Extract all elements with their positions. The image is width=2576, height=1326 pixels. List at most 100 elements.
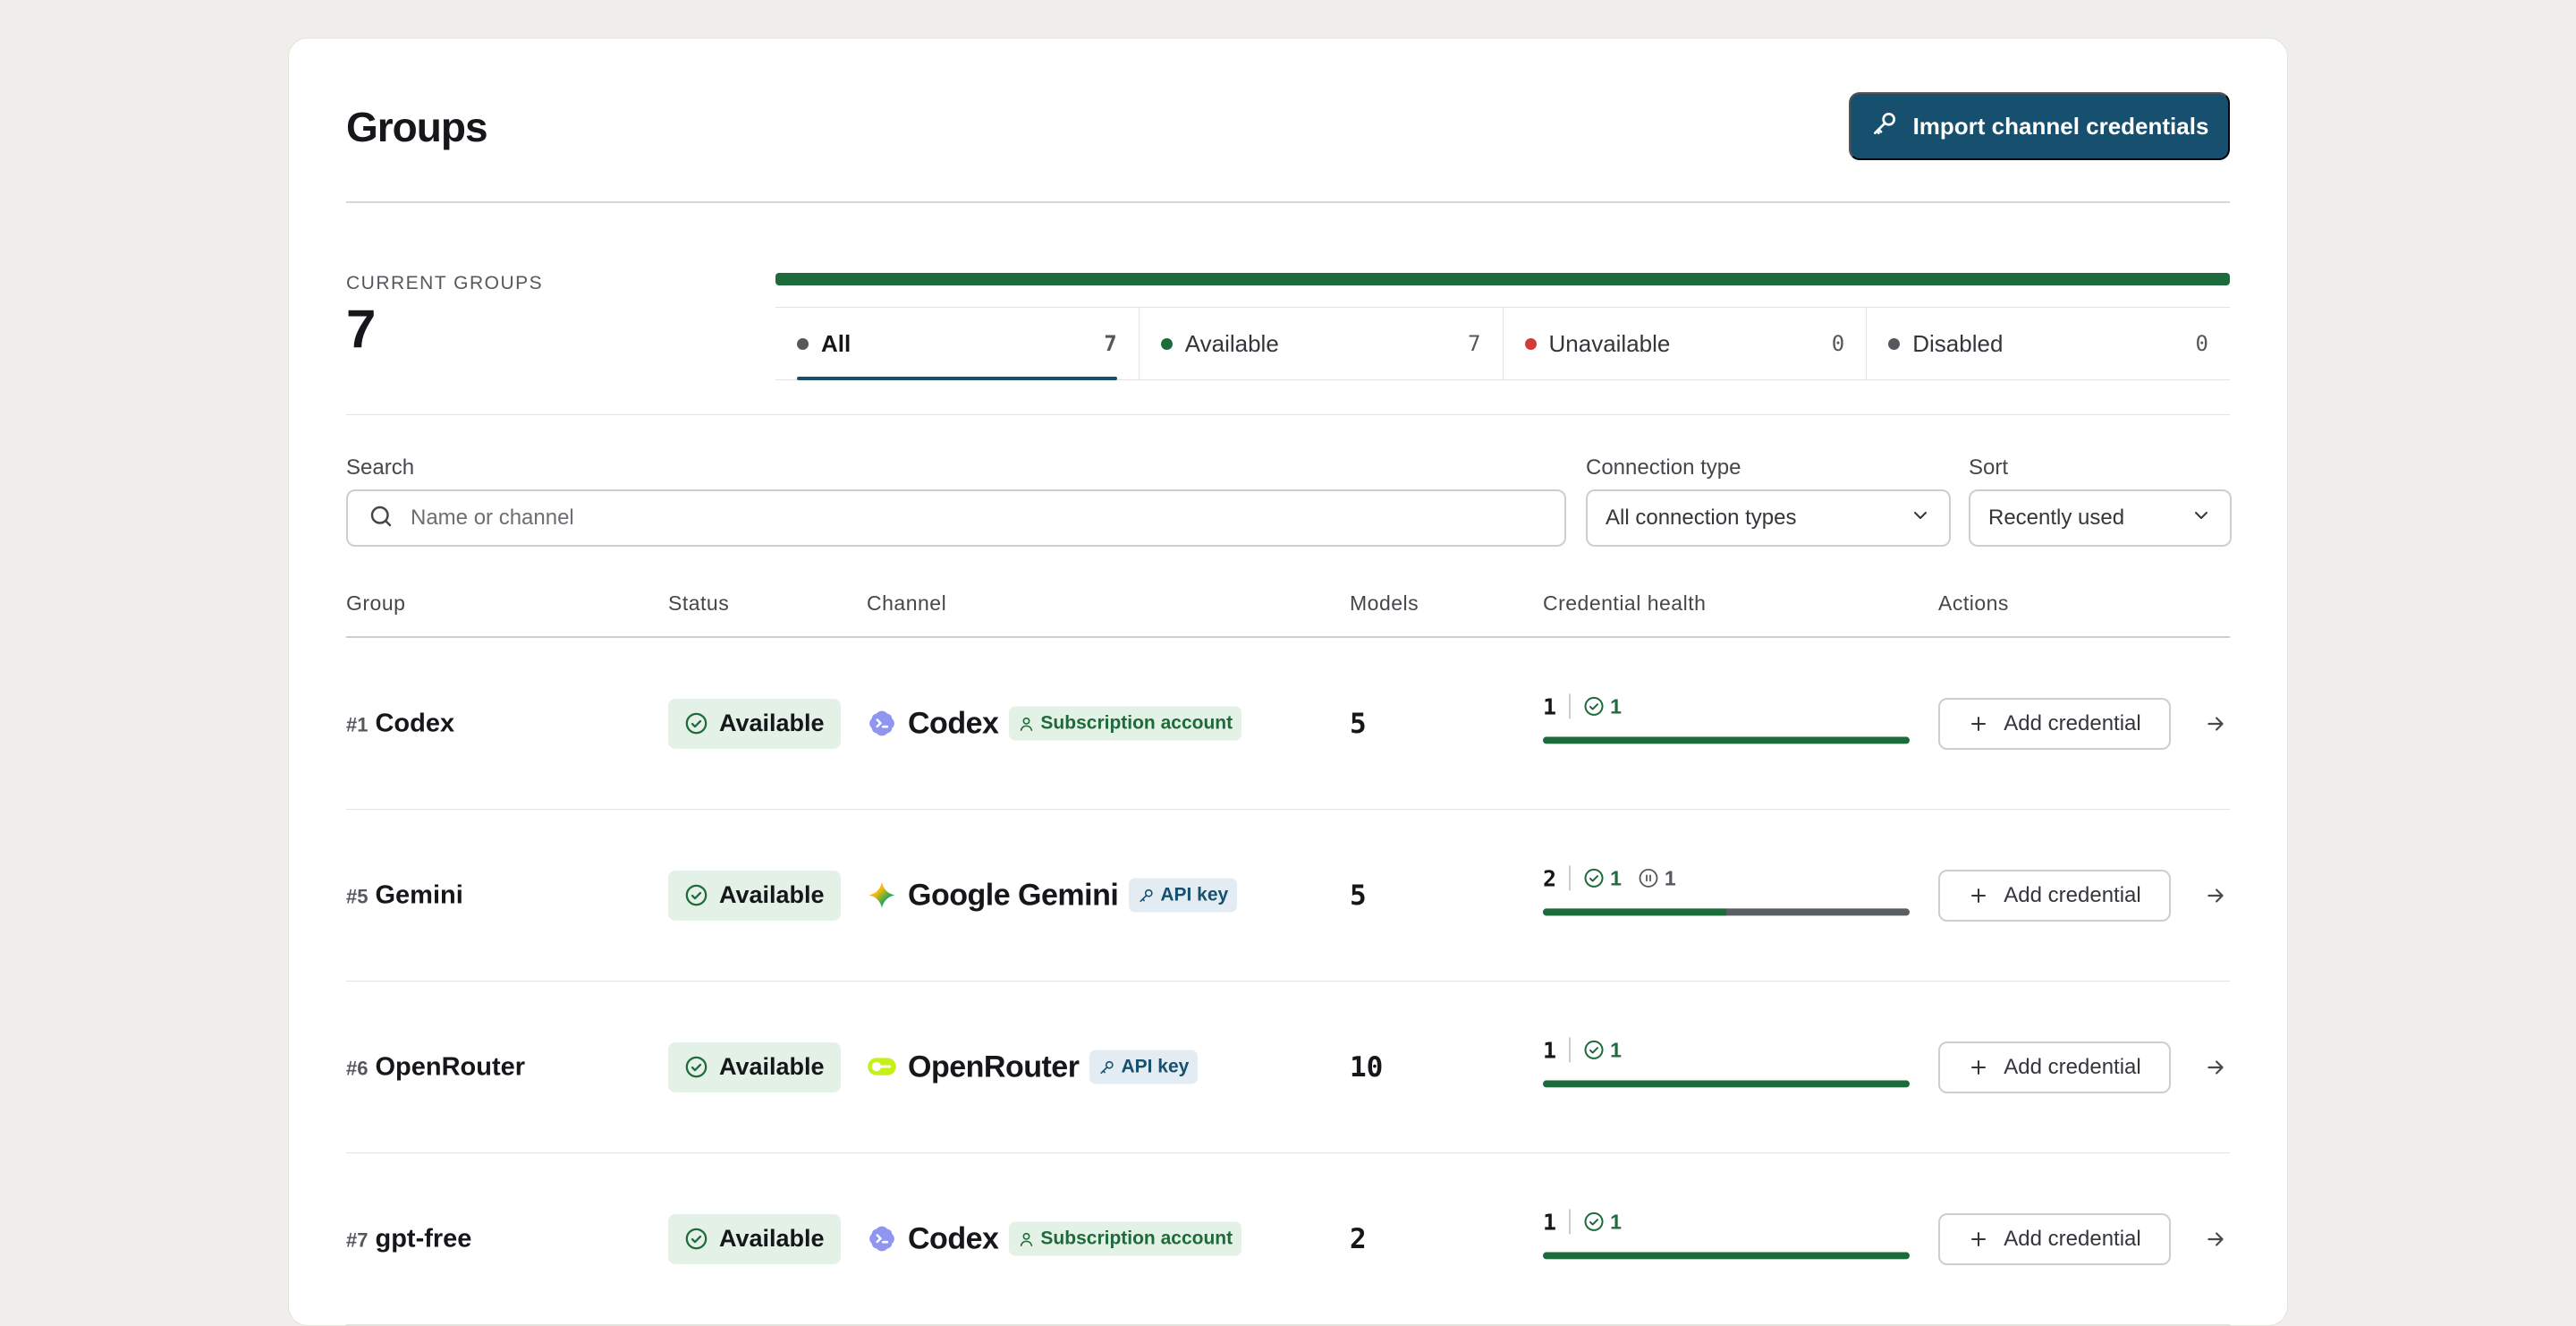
check-circle-icon bbox=[1583, 695, 1605, 717]
healthy-count: 1 bbox=[1610, 1037, 1622, 1061]
channel-name: OpenRouter bbox=[908, 1050, 1080, 1084]
credential-health: 11 bbox=[1543, 1037, 1910, 1087]
tab-all[interactable]: All 7 bbox=[775, 308, 1140, 380]
status-badge: Available bbox=[668, 698, 841, 749]
group-number: #6 bbox=[346, 1057, 369, 1079]
paused-credentials: 1 bbox=[1638, 866, 1676, 890]
credential-total: 2 bbox=[1543, 864, 1557, 891]
check-circle-icon bbox=[1583, 1039, 1605, 1060]
arrow-right-icon[interactable] bbox=[2198, 878, 2233, 914]
status-dot bbox=[797, 337, 809, 350]
search-label: Search bbox=[346, 455, 415, 480]
connection-type-chip: API key bbox=[1129, 878, 1238, 913]
sort-value: Recently used bbox=[1988, 506, 2125, 530]
table-row[interactable]: #1 Codex Available Codex Subscription accoun… bbox=[346, 638, 2230, 810]
column-header-models: Models bbox=[1350, 591, 1419, 615]
search-field[interactable] bbox=[346, 489, 1566, 547]
credential-health: 11 bbox=[1543, 1209, 1910, 1259]
user-icon bbox=[1018, 715, 1035, 732]
health-summary: 2 1 1 bbox=[1543, 865, 1910, 891]
arrow-right-icon[interactable] bbox=[2198, 706, 2233, 742]
health-bar bbox=[1543, 735, 1910, 744]
group-number: #1 bbox=[346, 713, 369, 735]
chevron-down-icon bbox=[1910, 505, 1931, 532]
health-bar-fill bbox=[1543, 1079, 1910, 1087]
column-header-group: Group bbox=[346, 591, 406, 615]
plus-icon bbox=[1968, 885, 1989, 906]
healthy-count: 1 bbox=[1610, 1209, 1622, 1233]
summary-divider bbox=[346, 414, 2230, 415]
tab-count: 7 bbox=[1104, 331, 1117, 356]
status-filter-tabs: All 7 Available 7 Unavailable 0 Disabled 0 bbox=[775, 307, 2230, 380]
paused-count: 1 bbox=[1664, 865, 1676, 889]
health-separator bbox=[1569, 1037, 1572, 1063]
add-credential-button[interactable]: Add credential bbox=[1938, 869, 2171, 922]
groups-card: Groups Import channel credentials CURREN… bbox=[288, 38, 2288, 1326]
models-count: 10 bbox=[1350, 1050, 1384, 1084]
groups-availability-bar bbox=[775, 273, 2230, 285]
add-credential-label: Add credential bbox=[2004, 1054, 2141, 1079]
tab-count: 0 bbox=[2195, 331, 2208, 356]
current-groups-label: CURRENT GROUPS bbox=[346, 273, 544, 293]
key-icon bbox=[1870, 109, 1899, 144]
import-credentials-button[interactable]: Import channel credentials bbox=[1849, 92, 2230, 160]
plus-icon bbox=[1968, 713, 1989, 735]
status-badge: Available bbox=[668, 1213, 841, 1264]
arrow-right-icon[interactable] bbox=[2198, 1050, 2233, 1085]
add-credential-button[interactable]: Add credential bbox=[1938, 1212, 2171, 1265]
channel-name: Codex bbox=[908, 1221, 999, 1255]
table-row[interactable]: #6 OpenRouter Available OpenRouter API key 10… bbox=[346, 982, 2230, 1153]
arrow-right-icon[interactable] bbox=[2198, 1221, 2233, 1257]
health-bar-fill bbox=[1543, 907, 1726, 915]
tab-label: Unavailable bbox=[1548, 329, 1671, 357]
models-count: 5 bbox=[1350, 707, 1367, 740]
connection-type-label: API key bbox=[1121, 1056, 1190, 1077]
column-header-credential-health: Credential health bbox=[1543, 591, 1707, 615]
channel-cell: Codex Subscription account bbox=[867, 1221, 1242, 1256]
group-cell: #7 gpt-free bbox=[346, 1224, 471, 1254]
add-credential-label: Add credential bbox=[2004, 882, 2141, 907]
health-separator bbox=[1569, 865, 1572, 891]
search-input[interactable] bbox=[411, 491, 1564, 545]
group-number: #5 bbox=[346, 885, 369, 907]
connection-type-label: Subscription account bbox=[1040, 1228, 1233, 1249]
table-row[interactable]: #5 Gemini Available Google Gemini API key 5 2 1… bbox=[346, 810, 2230, 982]
connection-type-select[interactable]: All connection types bbox=[1586, 489, 1951, 547]
column-header-channel: Channel bbox=[867, 591, 947, 615]
credential-health: 2 1 1 bbox=[1543, 865, 1910, 915]
credential-health: 11 bbox=[1543, 693, 1910, 744]
health-bar bbox=[1543, 907, 1910, 915]
credential-total: 1 bbox=[1543, 1208, 1557, 1235]
tab-disabled[interactable]: Disabled 0 bbox=[1867, 308, 2230, 379]
plus-icon bbox=[1968, 1057, 1989, 1078]
channel-cell: Codex Subscription account bbox=[867, 706, 1242, 741]
health-bar bbox=[1543, 1079, 1910, 1087]
healthy-credentials: 1 bbox=[1583, 1038, 1622, 1062]
connection-type-label: Subscription account bbox=[1040, 712, 1233, 734]
current-groups-count: 7 bbox=[346, 299, 377, 359]
group-cell: #5 Gemini bbox=[346, 880, 463, 910]
pause-circle-icon bbox=[1638, 867, 1659, 888]
health-summary: 11 bbox=[1543, 1209, 1910, 1235]
table-row[interactable]: #7 gpt-free Available Codex Subscription acc… bbox=[346, 1153, 2230, 1325]
status-label: Available bbox=[719, 1225, 825, 1252]
plus-icon bbox=[1968, 1228, 1989, 1250]
tab-available[interactable]: Available 7 bbox=[1140, 308, 1504, 379]
channel-cell: Google Gemini API key bbox=[867, 878, 1238, 913]
status-label: Available bbox=[719, 710, 825, 736]
header-divider bbox=[346, 201, 2230, 203]
status-label: Available bbox=[719, 1053, 825, 1080]
sort-select[interactable]: Recently used bbox=[1969, 489, 2232, 547]
tab-label: All bbox=[821, 329, 852, 357]
add-credential-button[interactable]: Add credential bbox=[1938, 697, 2171, 750]
tab-count: 0 bbox=[1831, 331, 1845, 356]
add-credential-button[interactable]: Add credential bbox=[1938, 1041, 2171, 1093]
status-dot bbox=[1524, 337, 1537, 350]
connection-type-value: All connection types bbox=[1606, 506, 1797, 530]
health-bar bbox=[1543, 1251, 1910, 1259]
connection-type-chip: API key bbox=[1089, 1050, 1199, 1084]
health-summary: 11 bbox=[1543, 1037, 1910, 1063]
tab-unavailable[interactable]: Unavailable 0 bbox=[1504, 308, 1868, 379]
gemini-logo-icon bbox=[867, 880, 897, 911]
credential-total: 1 bbox=[1543, 1036, 1557, 1063]
